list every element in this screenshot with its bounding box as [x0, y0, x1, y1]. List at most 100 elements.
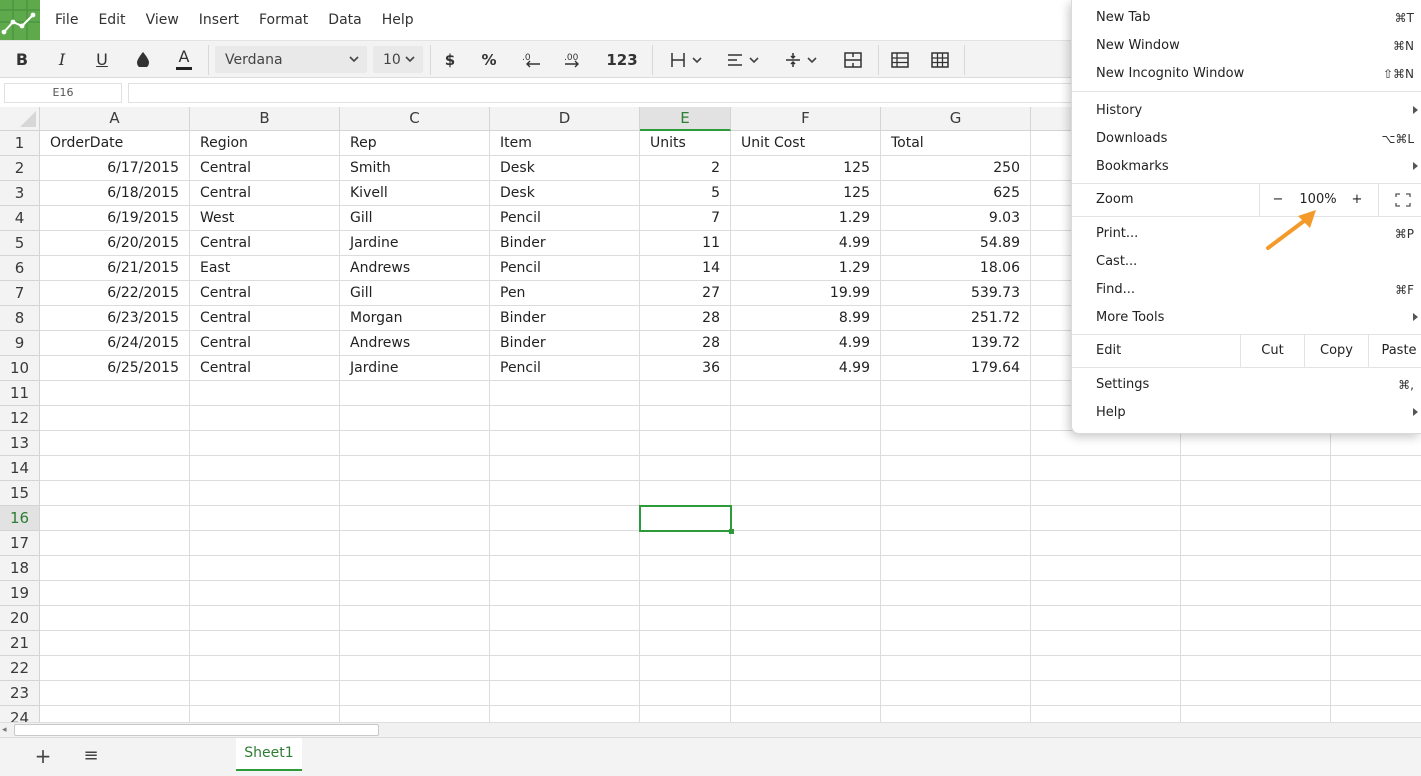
cell[interactable]	[190, 381, 340, 406]
cell[interactable]	[1181, 531, 1331, 556]
horizontal-scrollbar[interactable]: ◂	[0, 722, 1421, 737]
horizontal-align-button[interactable]	[718, 41, 768, 78]
cell[interactable]: Binder	[490, 231, 640, 256]
cell[interactable]	[40, 456, 190, 481]
cell[interactable]	[1331, 656, 1421, 681]
italic-button[interactable]: I	[46, 41, 78, 78]
cell[interactable]: Item	[490, 131, 640, 156]
cell[interactable]: 539.73	[881, 281, 1031, 306]
cell[interactable]	[731, 706, 881, 722]
cell[interactable]	[731, 656, 881, 681]
cell[interactable]	[1031, 481, 1181, 506]
cell[interactable]	[881, 681, 1031, 706]
cell[interactable]	[190, 581, 340, 606]
menu-item-new-tab[interactable]: New Tab ⌘T	[1072, 4, 1421, 32]
cell[interactable]	[640, 681, 731, 706]
cell[interactable]	[340, 381, 490, 406]
cell[interactable]	[190, 556, 340, 581]
row-header-23[interactable]: 23	[0, 681, 40, 706]
row-header-7[interactable]: 7	[0, 281, 40, 306]
cell[interactable]: 19.99	[731, 281, 881, 306]
cell[interactable]	[1031, 606, 1181, 631]
cell[interactable]	[881, 481, 1031, 506]
cell[interactable]	[881, 456, 1031, 481]
cell[interactable]	[340, 681, 490, 706]
cell[interactable]	[640, 606, 731, 631]
cell[interactable]: 6/17/2015	[40, 156, 190, 181]
cell[interactable]	[1031, 656, 1181, 681]
cell[interactable]	[490, 656, 640, 681]
menu-item-downloads[interactable]: Downloads ⌥⌘L	[1072, 125, 1421, 153]
cell[interactable]: Central	[190, 156, 340, 181]
cell[interactable]	[40, 531, 190, 556]
cell[interactable]	[190, 706, 340, 722]
cell[interactable]	[731, 506, 881, 531]
cell[interactable]	[1331, 706, 1421, 722]
cell[interactable]	[731, 406, 881, 431]
cell[interactable]: Jardine	[340, 231, 490, 256]
cell[interactable]: Desk	[490, 156, 640, 181]
cell[interactable]	[881, 706, 1031, 722]
row-header-20[interactable]: 20	[0, 606, 40, 631]
cell[interactable]	[490, 381, 640, 406]
cell[interactable]: Kivell	[340, 181, 490, 206]
cell[interactable]: 9.03	[881, 206, 1031, 231]
row-header-22[interactable]: 22	[0, 656, 40, 681]
cell[interactable]	[1181, 581, 1331, 606]
row-header-5[interactable]: 5	[0, 231, 40, 256]
cell[interactable]	[190, 656, 340, 681]
cell[interactable]: Smith	[340, 156, 490, 181]
cell[interactable]	[640, 431, 731, 456]
cell[interactable]	[190, 606, 340, 631]
cell[interactable]	[731, 431, 881, 456]
cell[interactable]	[731, 481, 881, 506]
cell[interactable]	[340, 531, 490, 556]
percent-format-button[interactable]: %	[474, 41, 504, 78]
cell[interactable]	[340, 556, 490, 581]
cell[interactable]	[340, 656, 490, 681]
cell[interactable]: 125	[731, 181, 881, 206]
cell[interactable]: Total	[881, 131, 1031, 156]
cell[interactable]: Pen	[490, 281, 640, 306]
cell[interactable]	[731, 581, 881, 606]
cell[interactable]	[190, 481, 340, 506]
cell[interactable]	[340, 606, 490, 631]
cell[interactable]: 625	[881, 181, 1031, 206]
add-sheet-button[interactable]: +	[32, 744, 54, 768]
cell[interactable]: 1.29	[731, 256, 881, 281]
cell[interactable]	[1181, 456, 1331, 481]
menu-insert[interactable]: Insert	[199, 12, 239, 28]
cell[interactable]	[1331, 556, 1421, 581]
menu-item-new-incognito-window[interactable]: New Incognito Window ⇧⌘N	[1072, 60, 1421, 88]
cell[interactable]	[731, 456, 881, 481]
column-header-c[interactable]: C	[340, 107, 490, 131]
sheet-tab-sheet1[interactable]: Sheet1	[236, 738, 302, 771]
menu-help[interactable]: Help	[382, 12, 414, 28]
font-family-select[interactable]: Verdana	[215, 46, 367, 73]
cell[interactable]	[640, 556, 731, 581]
cell[interactable]	[490, 406, 640, 431]
cell[interactable]: 251.72	[881, 306, 1031, 331]
cell[interactable]: 139.72	[881, 331, 1031, 356]
row-header-12[interactable]: 12	[0, 406, 40, 431]
row-header-17[interactable]: 17	[0, 531, 40, 556]
currency-format-button[interactable]: $	[436, 41, 464, 78]
cell[interactable]	[40, 581, 190, 606]
cell[interactable]	[731, 531, 881, 556]
cell[interactable]: Andrews	[340, 331, 490, 356]
cell[interactable]: Central	[190, 356, 340, 381]
cell[interactable]	[640, 706, 731, 722]
row-header-3[interactable]: 3	[0, 181, 40, 206]
cell[interactable]	[40, 506, 190, 531]
cell[interactable]	[881, 656, 1031, 681]
row-header-6[interactable]: 6	[0, 256, 40, 281]
cell[interactable]	[340, 431, 490, 456]
cell[interactable]	[731, 556, 881, 581]
paste-button[interactable]: Paste	[1369, 335, 1421, 367]
cell[interactable]: 28	[640, 306, 731, 331]
vertical-align-button[interactable]	[776, 41, 826, 78]
cell[interactable]: Central	[190, 231, 340, 256]
row-header-10[interactable]: 10	[0, 356, 40, 381]
all-sheets-button[interactable]: ≡	[80, 744, 102, 768]
cell[interactable]: 6/22/2015	[40, 281, 190, 306]
